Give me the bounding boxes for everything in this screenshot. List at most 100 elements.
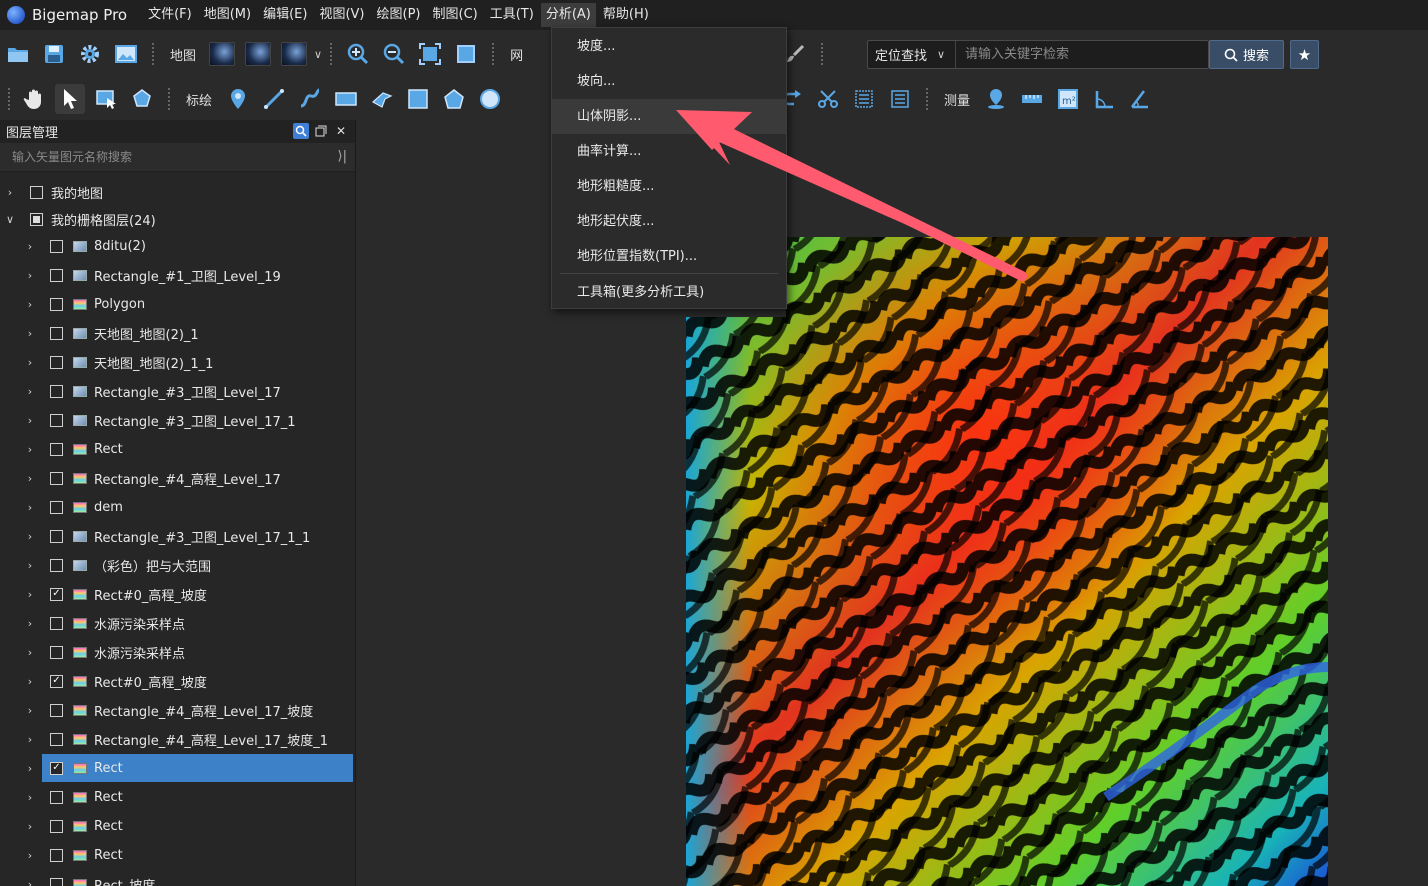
layer-row[interactable]: › Rect_坡度 (0, 870, 354, 886)
basemap-thumb-3[interactable] (281, 42, 308, 66)
expand-chevron-right-icon[interactable]: › (24, 269, 36, 282)
menu-item-toolbox[interactable]: 工具箱(更多分析工具) (552, 275, 786, 310)
layer-row[interactable]: › Polygon (0, 290, 354, 318)
layer-row[interactable]: › 8ditu(2) (0, 232, 354, 260)
cut-scissors-icon[interactable] (813, 84, 843, 114)
measure-azimuth-icon[interactable] (1125, 84, 1155, 114)
layer-search-input[interactable] (12, 150, 312, 164)
expand-chevron-right-icon[interactable]: › (24, 820, 36, 833)
layer-visibility-checkbox[interactable]: ✓ (50, 587, 63, 601)
expand-chevron-right-icon[interactable]: › (24, 762, 36, 775)
square-draw-icon[interactable] (403, 84, 433, 114)
open-folder-icon[interactable] (3, 39, 33, 69)
layer-row[interactable]: › （彩色）把与大范围 (0, 551, 354, 579)
layer-visibility-checkbox[interactable] (50, 384, 63, 398)
expand-chevron-right-icon[interactable]: › (24, 675, 36, 688)
expand-chevron-right-icon[interactable]: › (24, 588, 36, 601)
polygon-draw-icon[interactable] (439, 84, 469, 114)
panel-search-icon[interactable] (293, 123, 309, 139)
expand-chevron-right-icon[interactable]: › (24, 501, 36, 514)
paste-list-icon[interactable] (885, 84, 915, 114)
layer-row[interactable]: › 水源污染采样点 (0, 638, 354, 666)
locate-select[interactable]: 定位查找 ∨ (868, 41, 956, 68)
menu-item-slope[interactable]: 坡度... (552, 29, 786, 64)
placemark-icon[interactable] (223, 84, 253, 114)
layer-row[interactable]: › Rect (0, 812, 354, 840)
image-export-icon[interactable] (111, 39, 141, 69)
expand-chevron-right-icon[interactable]: › (24, 385, 36, 398)
expand-chevron-right-icon[interactable]: › (24, 327, 36, 340)
edit-shape-icon[interactable] (127, 84, 157, 114)
select-arrow-icon[interactable] (55, 84, 85, 114)
menu-map[interactable]: 地图(M) (199, 3, 256, 27)
layer-visibility-checkbox[interactable] (50, 297, 63, 311)
layer-visibility-checkbox[interactable] (30, 212, 43, 226)
menu-item-tpi[interactable]: 地形位置指数(TPI)... (552, 239, 786, 274)
layer-row[interactable]: › Rect (0, 841, 354, 869)
layer-row[interactable]: › ✓ Rect#0_高程_坡度 (0, 667, 354, 695)
layer-visibility-checkbox[interactable] (50, 268, 63, 282)
basemap-thumb-2[interactable] (245, 42, 272, 66)
layer-row[interactable]: › 天地图_地图(2)_1_1 (0, 348, 354, 376)
layer-visibility-checkbox[interactable] (50, 355, 63, 369)
expand-chevron-right-icon[interactable]: › (24, 530, 36, 543)
layer-visibility-checkbox[interactable] (50, 239, 63, 253)
expand-chevron-right-icon[interactable]: › (24, 646, 36, 659)
menu-help[interactable]: 帮助(H) (598, 3, 654, 27)
menu-cartography[interactable]: 制图(C) (428, 3, 483, 27)
expand-chevron-right-icon[interactable]: › (24, 849, 36, 862)
expand-chevron-right-icon[interactable]: › (24, 356, 36, 369)
panel-close-icon[interactable]: ✕ (333, 123, 349, 139)
zoom-in-icon[interactable] (343, 39, 373, 69)
layer-visibility-checkbox[interactable] (50, 645, 63, 659)
layer-row[interactable]: › Rectangle_#4_高程_Level_17_坡度 (0, 696, 354, 724)
expand-chevron-right-icon[interactable]: › (24, 298, 36, 311)
menu-item-hillshade[interactable]: 山体阴影... (552, 99, 786, 134)
layer-row[interactable]: › ✓ Rect (28, 754, 353, 782)
expand-chevron-right-icon[interactable]: › (4, 186, 16, 199)
expand-chevron-right-icon[interactable]: › (24, 240, 36, 253)
collapse-panel-icon[interactable]: ⟩| (338, 149, 347, 164)
menu-view[interactable]: 视图(V) (314, 3, 369, 27)
expand-chevron-right-icon[interactable]: › (24, 472, 36, 485)
menu-item-relief[interactable]: 地形起伏度... (552, 204, 786, 239)
layer-visibility-checkbox[interactable]: ✓ (50, 674, 63, 688)
measure-area-icon[interactable]: m² (1053, 84, 1083, 114)
layer-row[interactable]: › Rectangle_#1_卫图_Level_19 (0, 261, 354, 289)
search-button[interactable]: 搜索 (1209, 40, 1284, 69)
menu-tools[interactable]: 工具(T) (485, 3, 539, 27)
menu-edit[interactable]: 编辑(E) (258, 3, 312, 27)
menu-file[interactable]: 文件(F) (143, 3, 197, 27)
layer-visibility-checkbox[interactable] (50, 703, 63, 717)
layer-row[interactable]: › 我的地图 (0, 178, 354, 206)
layer-row[interactable]: › 水源污染采样点 (0, 609, 354, 637)
pan-hand-icon[interactable] (19, 84, 49, 114)
fullscreen-icon[interactable] (451, 39, 481, 69)
expand-chevron-right-icon[interactable]: › (24, 791, 36, 804)
search-input[interactable] (956, 41, 1208, 68)
layer-row[interactable]: ∨ 我的栅格图层(24) (0, 205, 354, 233)
measure-point-icon[interactable] (981, 84, 1011, 114)
measure-distance-icon[interactable] (1017, 84, 1047, 114)
save-icon[interactable] (39, 39, 69, 69)
menu-draw[interactable]: 绘图(P) (372, 3, 426, 27)
layer-visibility-checkbox[interactable] (50, 558, 63, 572)
curve-icon[interactable] (295, 84, 325, 114)
layer-visibility-checkbox[interactable] (50, 732, 63, 746)
layer-visibility-checkbox[interactable] (50, 442, 63, 456)
circle-draw-icon[interactable] (475, 84, 505, 114)
layer-row[interactable]: › Rect (0, 783, 354, 811)
layer-visibility-checkbox[interactable] (50, 500, 63, 514)
layer-visibility-checkbox[interactable] (50, 877, 63, 886)
expand-chevron-right-icon[interactable]: › (24, 617, 36, 630)
layer-visibility-checkbox[interactable] (50, 848, 63, 862)
measure-angle-icon[interactable] (1089, 84, 1119, 114)
menu-item-curvature[interactable]: 曲率计算... (552, 134, 786, 169)
arrow-draw-icon[interactable] (367, 84, 397, 114)
layer-visibility-checkbox[interactable] (50, 529, 63, 543)
layer-visibility-checkbox[interactable]: ✓ (50, 761, 63, 775)
box-select-icon[interactable] (91, 84, 121, 114)
settings-gear-icon[interactable] (75, 39, 105, 69)
expand-chevron-right-icon[interactable]: › (24, 733, 36, 746)
zoom-out-icon[interactable] (379, 39, 409, 69)
